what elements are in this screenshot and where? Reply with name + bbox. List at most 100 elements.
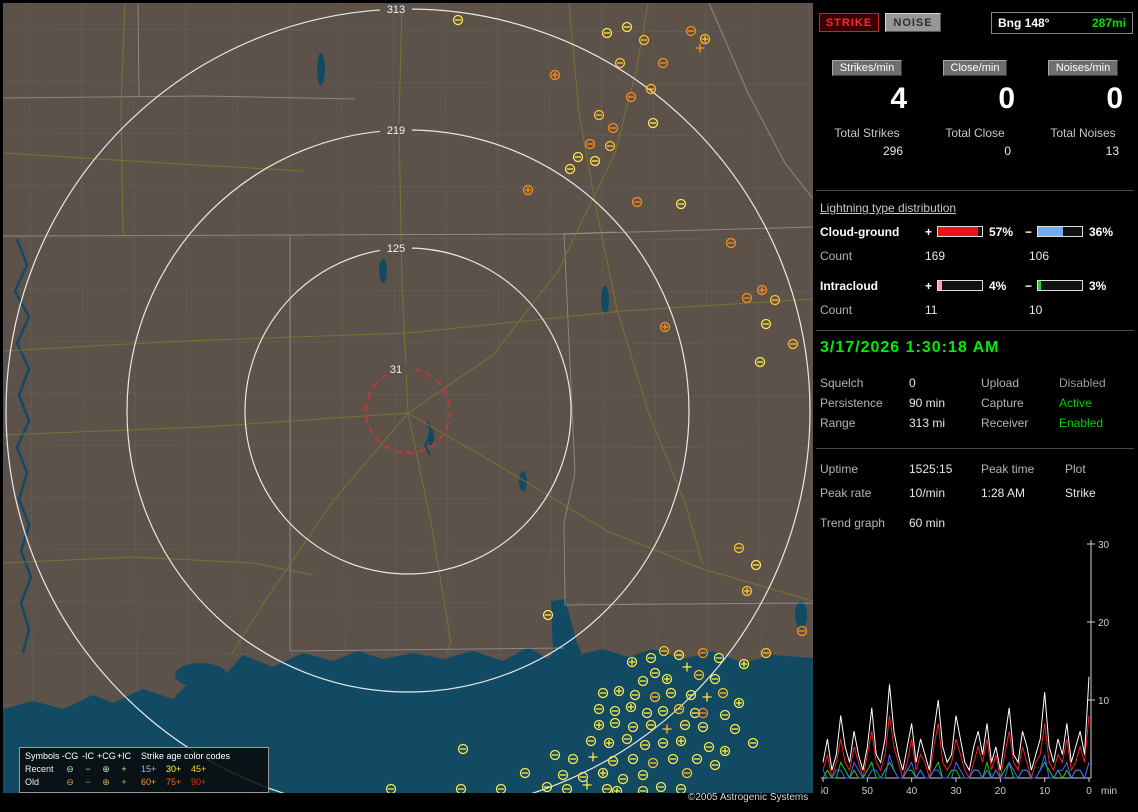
persistence-label: Persistence	[820, 396, 883, 410]
intracloud-row: Intracloud + 4% − 3%	[813, 279, 1138, 295]
count-label: Count	[820, 249, 852, 263]
x-tick-label: 20	[995, 786, 1007, 797]
map-area: 31321912531 Symbols -CG-IC+CG+IC Recent⊖…	[3, 3, 813, 812]
cg-minus-bar	[1037, 226, 1083, 237]
legend-strike-glyph: +	[115, 763, 133, 776]
close-rate-column: Close/min 0 Total Close 0	[923, 60, 1027, 158]
separator	[816, 448, 1134, 449]
separator	[816, 190, 1134, 191]
legend-strike-glyph: ⊖	[61, 763, 79, 776]
bearing-display: Bng 148° 287mi	[991, 12, 1133, 34]
range-value: 313 mi	[909, 416, 945, 430]
receiver-value: Enabled	[1059, 416, 1103, 430]
map-legend: Symbols -CG-IC+CG+IC Recent⊖−⊕+Old⊖−⊕+ S…	[19, 747, 269, 793]
uptime-label: Uptime	[820, 462, 858, 476]
distribution-title: Lightning type distribution	[820, 201, 956, 215]
nexstorm-window: 31321912531 Symbols -CG-IC+CG+IC Recent⊖…	[0, 0, 1138, 812]
ring-label: 219	[387, 125, 405, 137]
legend-age-code: 15+	[141, 763, 165, 776]
legend-age-code: 60+	[141, 776, 165, 789]
total-strikes-label: Total Strikes	[815, 126, 919, 140]
cg-minus-count: 106	[1029, 249, 1049, 263]
legend-strike-glyph: ⊖	[61, 776, 79, 789]
total-noises-value: 13	[1031, 144, 1135, 158]
plus-sign: +	[925, 279, 932, 293]
noises-per-min-button[interactable]: Noises/min	[1048, 60, 1118, 76]
trend-graph-range: 60 min	[909, 516, 945, 530]
noises-rate-column: Noises/min 0 Total Noises 13	[1031, 60, 1135, 158]
ic-minus-pct: 3%	[1089, 279, 1106, 293]
bearing-label: Bng 148°	[998, 16, 1049, 30]
cg-plus-count: 169	[925, 249, 945, 263]
legend-symbols-block: Symbols -CG-IC+CG+IC Recent⊖−⊕+Old⊖−⊕+	[25, 750, 133, 789]
trend-row: Trend graph 60 min	[813, 516, 1138, 534]
capture-label: Capture	[981, 396, 1024, 410]
legend-column-header: -IC	[79, 750, 97, 763]
x-axis-unit: min	[1101, 786, 1117, 797]
peak-rate-label: Peak rate	[820, 486, 871, 500]
strikes-per-min-button[interactable]: Strikes/min	[832, 60, 902, 76]
ic-plus-count: 11	[925, 303, 937, 317]
upload-value: Disabled	[1059, 376, 1106, 390]
range-label: Range	[820, 416, 855, 430]
upload-label: Upload	[981, 376, 1019, 390]
bearing-distance: 287mi	[1092, 16, 1126, 30]
x-tick-label: 10	[1039, 786, 1051, 797]
minus-sign: −	[1025, 225, 1032, 239]
legend-age-row: 15+30+45+	[141, 763, 230, 776]
legend-age-block: Strike age color codes 15+30+45+60+75+90…	[141, 750, 230, 789]
legend-row-label: Old	[25, 776, 61, 789]
cloud-ground-row: Cloud-ground + 57% − 36%	[813, 225, 1138, 241]
status-row: Persistence 90 min Capture Active	[813, 396, 1138, 414]
legend-symbol-row: Recent⊖−⊕+	[25, 763, 133, 776]
squelch-label: Squelch	[820, 376, 863, 390]
x-tick-label: 60	[821, 786, 829, 797]
noise-button[interactable]: NOISE	[885, 13, 941, 32]
legend-age-code: 45+	[191, 763, 215, 776]
legend-strike-glyph: −	[79, 776, 97, 789]
ring-label: 313	[387, 4, 405, 16]
cg-minus-pct: 36%	[1089, 225, 1113, 239]
ic-minus-bar	[1037, 280, 1083, 291]
legend-row-label: Recent	[25, 763, 61, 776]
strikes-rate-column: Strikes/min 4 Total Strikes 296	[815, 60, 919, 158]
y-tick-label: 10	[1098, 696, 1110, 707]
squelch-value: 0	[909, 376, 916, 390]
x-tick-label: 40	[906, 786, 918, 797]
x-tick-label: 30	[950, 786, 962, 797]
x-tick-label: 0	[1086, 786, 1092, 797]
count-label: Count	[820, 303, 852, 317]
trend-graph: 1020306050403020100min	[821, 538, 1123, 800]
status-row: Squelch 0 Upload Disabled	[813, 376, 1138, 394]
cloud-ground-count-row: Count 169 106	[813, 249, 1138, 265]
plus-sign: +	[925, 225, 932, 239]
ic-plus-bar	[937, 280, 983, 291]
strike-button[interactable]: STRIKE	[819, 13, 879, 32]
uptime-value: 1525:15	[909, 462, 952, 476]
minus-sign: −	[1025, 279, 1032, 293]
persistence-value: 90 min	[909, 396, 945, 410]
legend-column-header: -CG	[61, 750, 79, 763]
strikes-per-min-value: 4	[815, 82, 919, 116]
cg-plus-pct: 57%	[989, 225, 1013, 239]
total-noises-label: Total Noises	[1031, 126, 1135, 140]
lightning-map[interactable]: 31321912531	[3, 3, 813, 793]
total-close-label: Total Close	[923, 126, 1027, 140]
trend-series-strikes	[823, 677, 1089, 771]
stats-row: Peak rate 10/min 1:28 AM Strike	[813, 486, 1138, 504]
legend-symbols-title: Symbols	[25, 750, 61, 763]
ic-minus-count: 10	[1029, 303, 1042, 317]
legend-strike-glyph: ⊕	[97, 776, 115, 789]
intracloud-label: Intracloud	[820, 279, 878, 293]
legend-age-code: 30+	[166, 763, 190, 776]
x-tick-label: 50	[862, 786, 874, 797]
total-close-value: 0	[923, 144, 1027, 158]
stats-row: Uptime 1525:15 Peak time Plot	[813, 462, 1138, 480]
legend-age-code: 90+	[191, 776, 215, 789]
total-strikes-value: 296	[815, 144, 919, 158]
peak-time-label: Peak time	[981, 462, 1034, 476]
close-per-min-button[interactable]: Close/min	[943, 60, 1008, 76]
status-row: Range 313 mi Receiver Enabled	[813, 416, 1138, 434]
ic-plus-pct: 4%	[989, 279, 1006, 293]
legend-strike-glyph: −	[79, 763, 97, 776]
